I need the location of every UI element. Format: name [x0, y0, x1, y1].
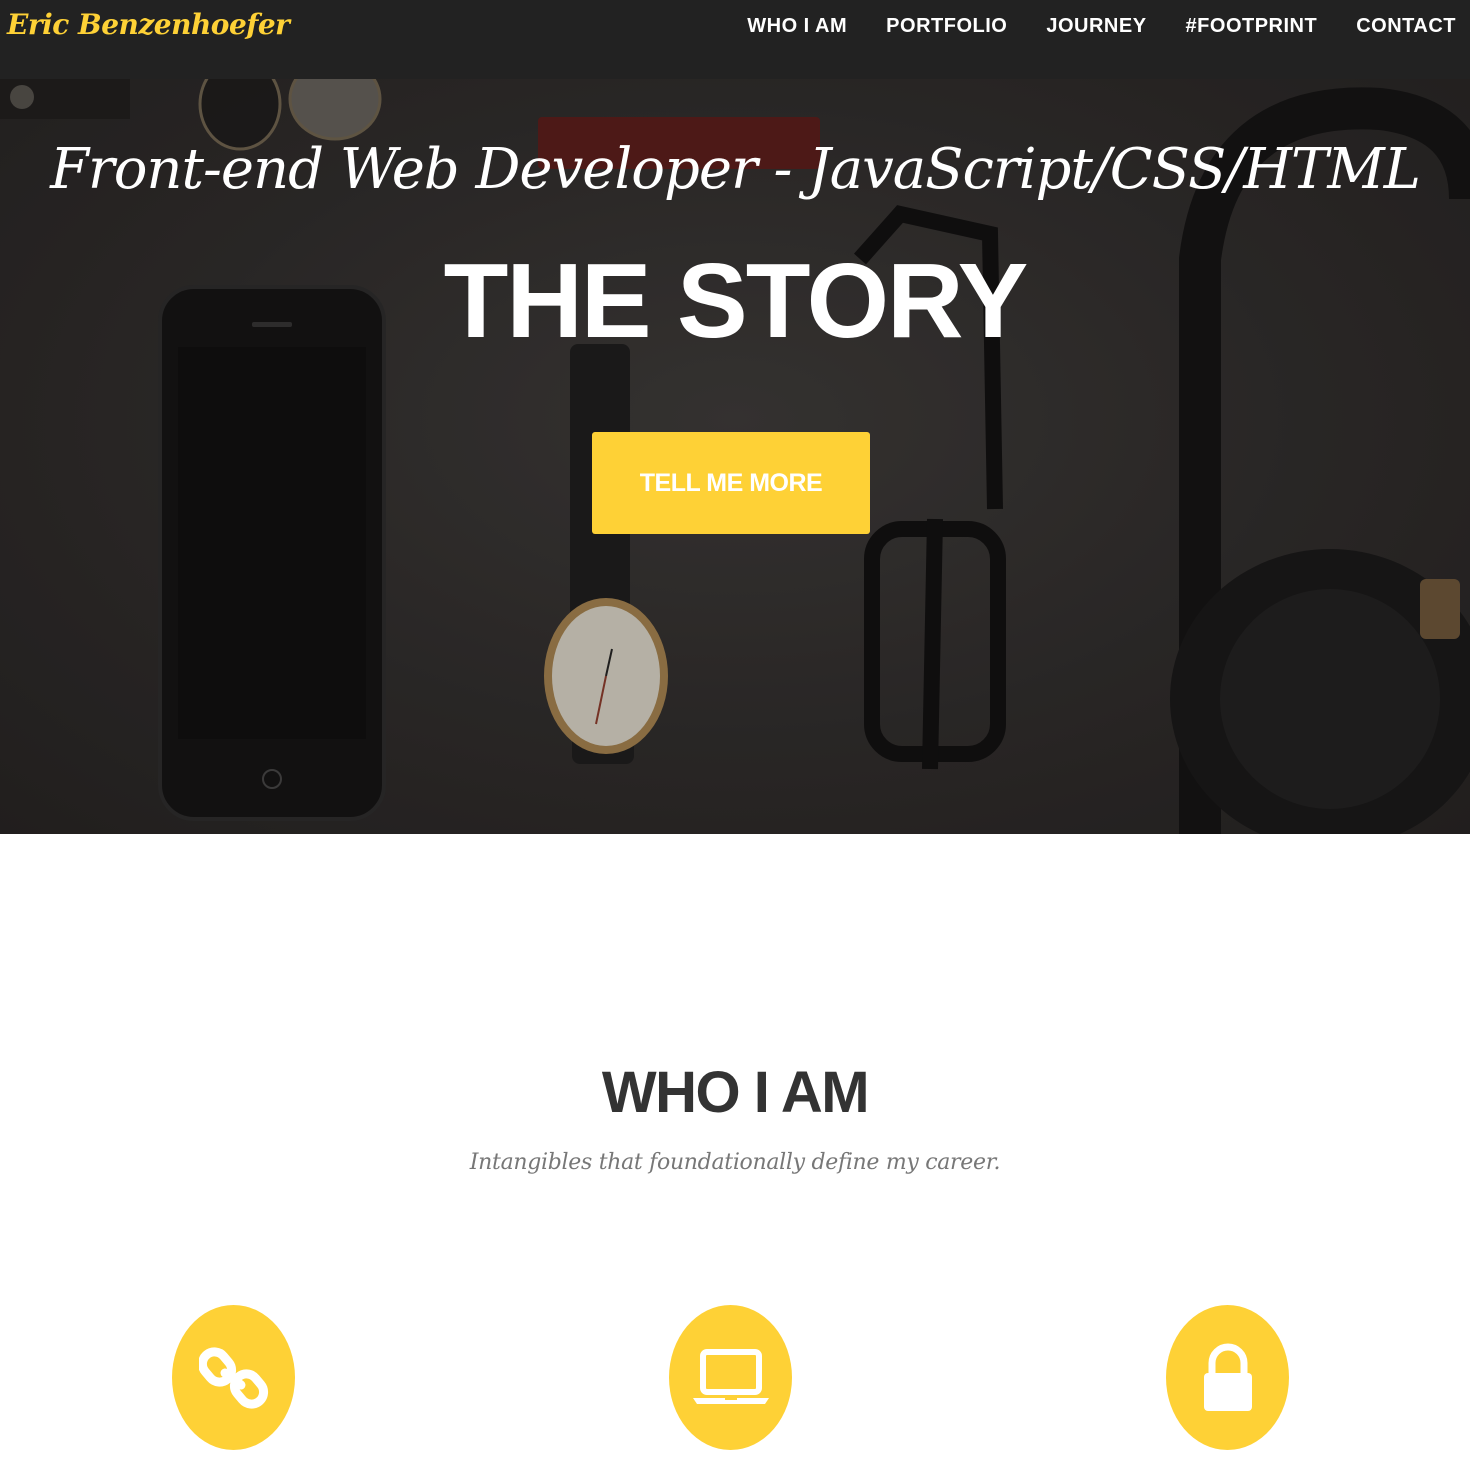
nav-link-footprint[interactable]: #FOOTPRINT	[1186, 12, 1318, 40]
hero-subtitle: Front-end Web Developer - JavaScript/CSS…	[50, 137, 1421, 202]
nav-item: CONTACT	[1356, 12, 1456, 40]
hero-title: THE STORY	[443, 242, 1029, 360]
lock-icon	[1203, 1343, 1252, 1411]
section-subheading: Intangibles that foundationally define m…	[469, 1150, 1001, 1175]
nav-item: #FOOTPRINT	[1186, 12, 1318, 40]
service-circle-link	[172, 1305, 295, 1450]
laptop-icon	[692, 1348, 769, 1404]
service-circle-laptop	[669, 1305, 792, 1450]
nav-menu: WHO I AM PORTFOLIO JOURNEY #FOOTPRINT CO…	[708, 12, 1456, 40]
nav-link-who-i-am[interactable]: WHO I AM	[747, 12, 847, 40]
service-circle-lock	[1166, 1305, 1289, 1450]
navbar: Eric Benzenhoefer WHO I AM PORTFOLIO JOU…	[0, 0, 1470, 79]
section-heading: WHO I AM	[601, 1060, 870, 1125]
nav-item: PORTFOLIO	[886, 12, 1007, 40]
nav-item: WHO I AM	[747, 12, 847, 40]
brand-logo[interactable]: Eric Benzenhoefer	[7, 8, 290, 41]
nav-link-journey[interactable]: JOURNEY	[1046, 12, 1146, 40]
nav-item: JOURNEY	[1046, 12, 1146, 40]
hero-section: Front-end Web Developer - JavaScript/CSS…	[0, 79, 1470, 834]
tell-me-more-button[interactable]: TELL ME MORE	[592, 432, 870, 534]
nav-link-portfolio[interactable]: PORTFOLIO	[886, 12, 1007, 40]
link-icon	[198, 1346, 268, 1409]
nav-link-contact[interactable]: CONTACT	[1356, 12, 1456, 40]
